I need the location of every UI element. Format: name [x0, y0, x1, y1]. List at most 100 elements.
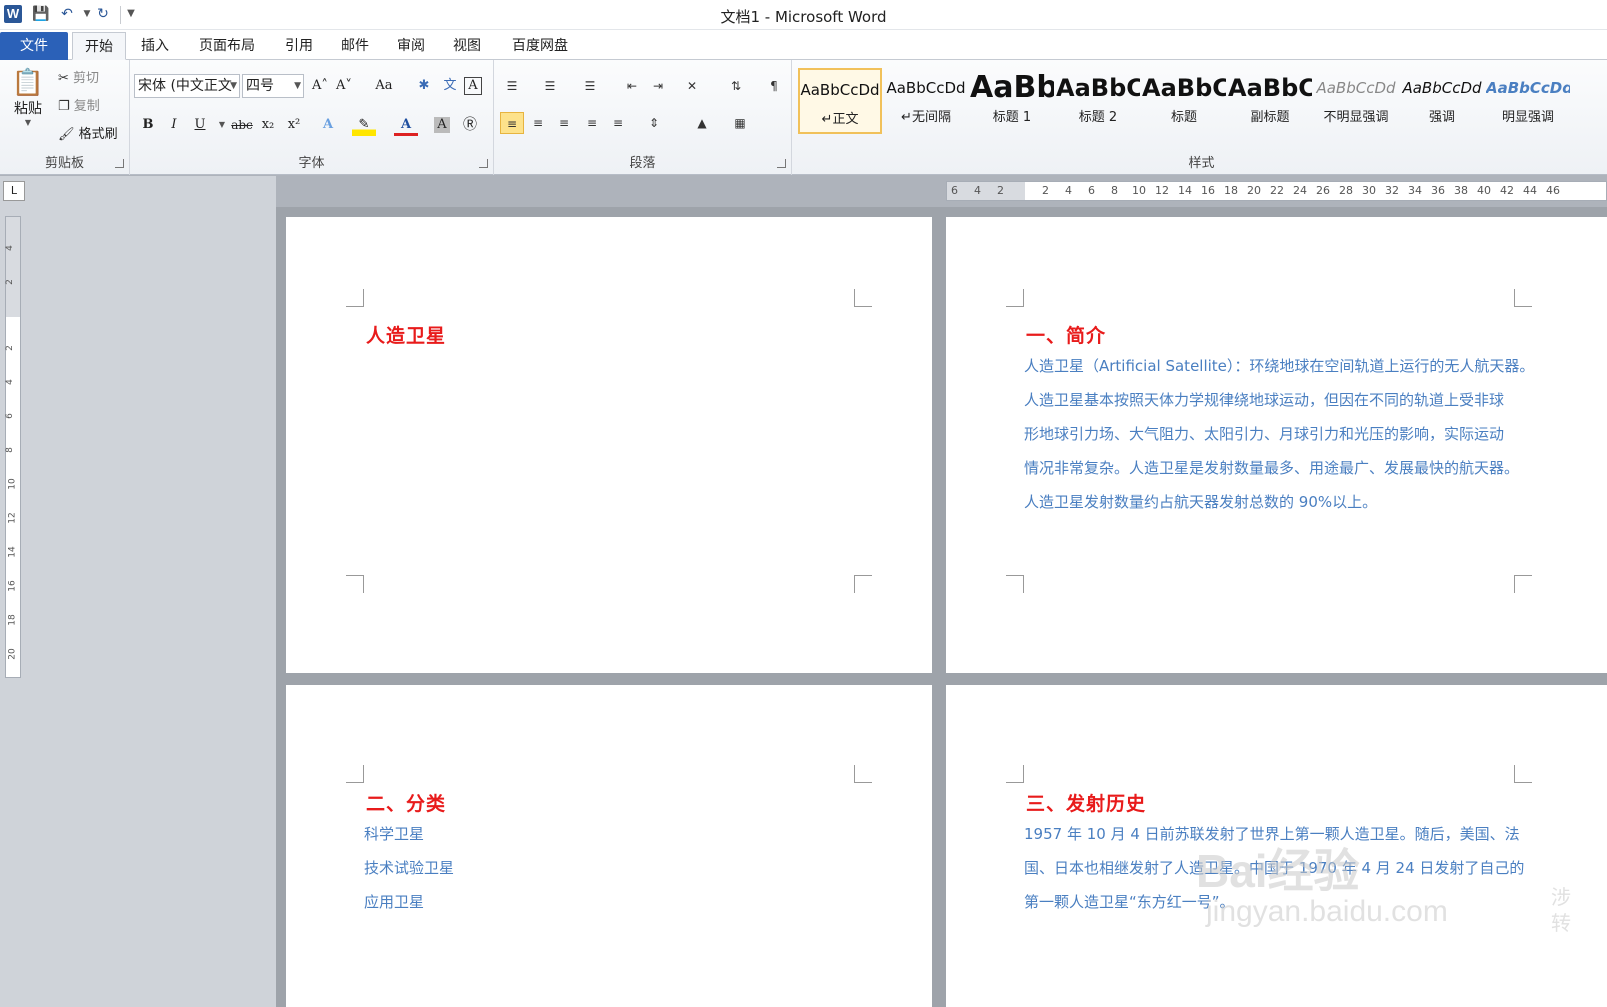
style-subtle-emphasis[interactable]: AaBbCcDd 不明显强调: [1314, 68, 1398, 134]
horizontal-ruler[interactable]: 6 4 2 2 4 6 8 10 12 14 16 18 20 22 24 26…: [946, 181, 1607, 201]
customize-icon[interactable]: ▼: [122, 5, 140, 23]
tab-insert[interactable]: 插入: [132, 32, 178, 60]
indent-marker-handle[interactable]: [1021, 182, 1029, 200]
multilevel-list-icon[interactable]: ☰: [578, 75, 602, 97]
style-no-spacing[interactable]: AaBbCcDd ↵无间隔: [884, 68, 968, 134]
distributed-button[interactable]: ≡: [606, 112, 630, 134]
style-subtitle[interactable]: AaBbC 副标题: [1228, 68, 1312, 134]
margin-corner-mark: [346, 289, 364, 307]
page-3[interactable]: 二、分类 科学卫星 技术试验卫星 应用卫星: [286, 685, 932, 1007]
ruler-tick: 14: [1178, 184, 1192, 197]
page-4[interactable]: 三、发射历史 1957 年 10 月 4 日前苏联发射了世界上第一颗人造卫星。随…: [946, 685, 1607, 1007]
enclose-char-icon[interactable]: Ⓡ: [458, 114, 482, 136]
format-painter-button[interactable]: 🖌 格式刷: [58, 124, 130, 146]
font-name-select[interactable]: 宋体 (中文正文 ▼: [134, 74, 240, 98]
clipboard-launcher-icon[interactable]: [115, 159, 124, 168]
page-1[interactable]: 人造卫星: [286, 217, 932, 673]
vertical-ruler[interactable]: 4 2 2 4 6 8 10 12 14 16 18 20: [5, 216, 21, 678]
word-app-icon[interactable]: W: [4, 5, 22, 23]
body-line: 人造卫星发射数量约占航天器发射总数的 90%以上。: [1024, 493, 1378, 511]
styles-group-label: 样式: [1188, 156, 1215, 171]
tab-selector-button[interactable]: L: [3, 181, 25, 201]
style-name: ↵无间隔: [901, 110, 951, 125]
style-heading-2[interactable]: AaBbC 标题 2: [1056, 68, 1140, 134]
ruler-tick: 16: [7, 580, 18, 592]
ruler-tick: 22: [1270, 184, 1284, 197]
tab-file[interactable]: 文件: [0, 32, 68, 60]
justify-button[interactable]: ≡: [580, 112, 604, 134]
superscript-button[interactable]: x²: [282, 114, 306, 136]
font-color-button[interactable]: A: [394, 114, 418, 136]
style-emphasis[interactable]: AaBbCcDd 强调: [1400, 68, 1484, 134]
subscript-button[interactable]: x₂: [256, 114, 280, 136]
char-border-icon[interactable]: A: [464, 77, 482, 95]
font-group-label: 字体: [298, 156, 325, 171]
tab-page-layout[interactable]: 页面布局: [188, 32, 266, 60]
redo-icon[interactable]: ↻: [94, 5, 112, 23]
style-name: 强调: [1428, 110, 1455, 125]
vertical-ruler-margin: [6, 217, 20, 317]
shrink-font-button[interactable]: A˅: [332, 75, 356, 97]
style-intense-emphasis[interactable]: AaBbCcDd 明显强调: [1486, 68, 1570, 134]
italic-button[interactable]: I: [162, 114, 186, 136]
cut-button[interactable]: ✂ 剪切: [58, 68, 128, 90]
sort-icon[interactable]: ⇅: [724, 75, 748, 97]
asian-layout-icon[interactable]: ✕: [680, 75, 704, 97]
paragraph-launcher-icon[interactable]: [777, 159, 786, 168]
page-2[interactable]: 一、简介 人造卫星（Artificial Satellite）：环绕地球在空间轨…: [946, 217, 1607, 673]
undo-icon[interactable]: ↶: [58, 5, 76, 23]
shading-icon[interactable]: ▲: [690, 112, 714, 134]
body-line: 形地球引力场、大气阻力、太阳引力、月球引力和光压的影响，实际运动: [1024, 425, 1505, 443]
copy-icon: ❐: [58, 99, 70, 114]
tab-mailings[interactable]: 邮件: [332, 32, 378, 60]
style-name: 明显强调: [1501, 110, 1554, 125]
change-case-button[interactable]: Aa: [368, 75, 400, 97]
line-spacing-icon[interactable]: ⇕: [642, 112, 666, 134]
style-heading-1[interactable]: AaBb 标题 1: [970, 68, 1054, 134]
clipboard-group: 📋 粘贴 ▼ ✂ 剪切 ❐ 复制 🖌 格式刷 剪贴板: [0, 60, 130, 175]
increase-indent-icon[interactable]: ⇥: [646, 75, 670, 97]
show-marks-icon[interactable]: ¶: [762, 75, 786, 97]
strikethrough-button[interactable]: abc: [228, 114, 256, 136]
tab-review[interactable]: 审阅: [388, 32, 434, 60]
save-icon[interactable]: 💾: [32, 5, 50, 23]
borders-icon[interactable]: ▦: [728, 112, 752, 134]
bold-button[interactable]: B: [136, 114, 160, 136]
clear-format-icon[interactable]: ✱: [412, 75, 436, 97]
text-effects-icon[interactable]: A: [316, 114, 340, 136]
margin-corner-mark: [854, 765, 872, 783]
scissors-icon: ✂: [58, 71, 69, 86]
style-preview: AaBbCcDd: [800, 81, 880, 99]
font-group: 宋体 (中文正文 ▼ 四号 ▼ A˄ A˅ Aa ✱ 文 A B I U ▼ abc…: [130, 60, 494, 175]
style-normal[interactable]: AaBbCcDd ↵正文: [798, 68, 882, 134]
watermark-url: jingyan.baidu.com: [1206, 895, 1448, 928]
underline-button[interactable]: U: [188, 114, 212, 136]
grow-font-button[interactable]: A˄: [308, 75, 332, 97]
tab-references[interactable]: 引用: [276, 32, 322, 60]
font-size-select[interactable]: 四号 ▼: [242, 74, 304, 98]
align-left-button[interactable]: ≡: [500, 112, 524, 134]
paste-dropdown-icon[interactable]: ▼: [10, 118, 46, 127]
tab-baidu-netdisk[interactable]: 百度网盘: [500, 32, 580, 60]
tab-home[interactable]: 开始: [72, 32, 126, 60]
ribbon-tabs: 文件 开始 插入 页面布局 引用 邮件 审阅 视图 百度网盘: [0, 30, 1607, 60]
ruler-tick: 44: [1523, 184, 1537, 197]
bullets-icon[interactable]: ☰: [500, 75, 524, 97]
font-launcher-icon[interactable]: [479, 159, 488, 168]
ruler-tick: 4: [4, 379, 15, 385]
ruler-tick: 2: [4, 279, 15, 285]
copy-button[interactable]: ❐ 复制: [58, 96, 128, 118]
char-shading-icon[interactable]: A: [434, 117, 450, 133]
align-right-button[interactable]: ≡: [552, 112, 576, 134]
align-center-button[interactable]: ≡: [526, 112, 550, 134]
style-title[interactable]: AaBbC 标题: [1142, 68, 1226, 134]
highlight-icon[interactable]: ✎: [352, 114, 376, 136]
numbering-icon[interactable]: ☰: [538, 75, 562, 97]
document-area[interactable]: 人造卫星 一、简介 人造卫星（Artificial Satellite）：环绕地…: [276, 207, 1607, 1007]
tab-view[interactable]: 视图: [444, 32, 490, 60]
paste-button[interactable]: 📋 粘贴 ▼: [10, 68, 46, 148]
cut-label: 剪切: [73, 71, 100, 86]
decrease-indent-icon[interactable]: ⇤: [620, 75, 644, 97]
phonetic-guide-icon[interactable]: 文: [438, 75, 462, 97]
ruler-tick: 32: [1385, 184, 1399, 197]
